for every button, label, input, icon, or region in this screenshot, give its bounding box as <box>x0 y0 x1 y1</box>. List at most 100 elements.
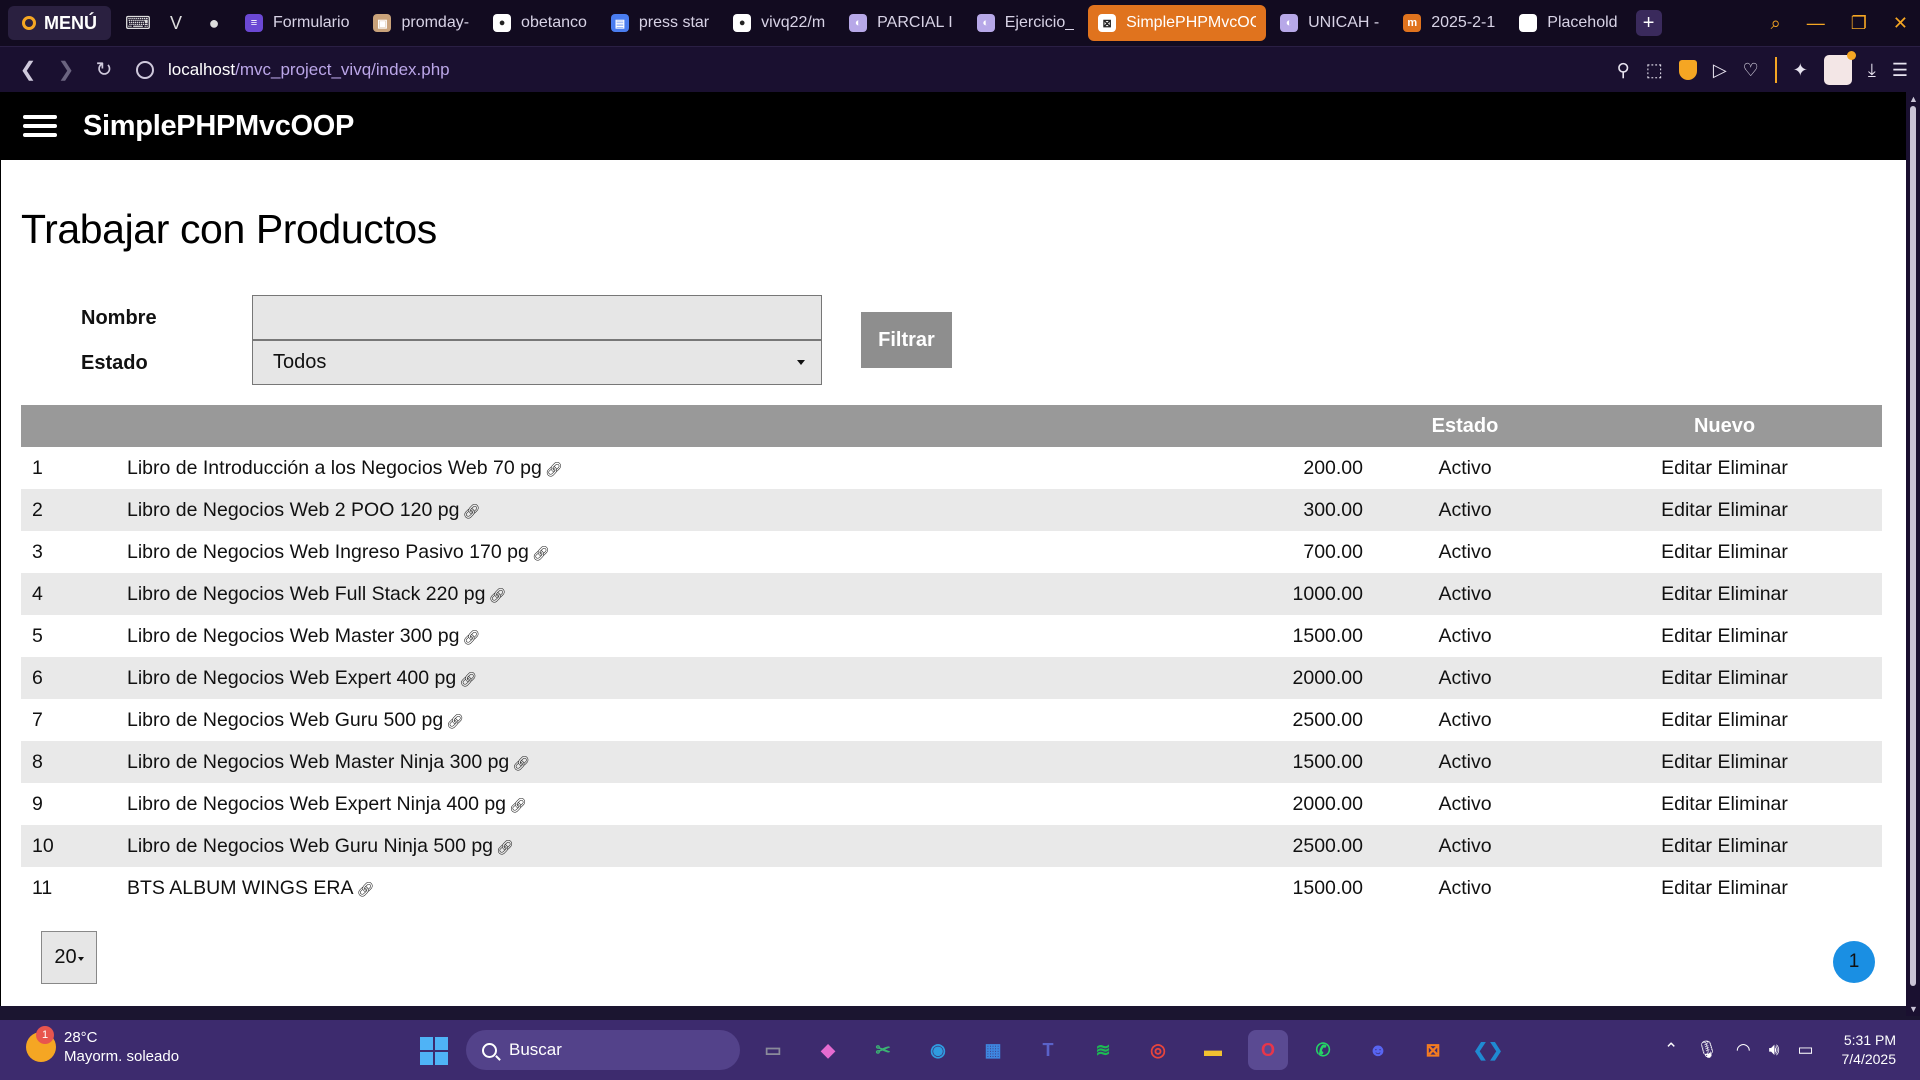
spotify-icon[interactable]: ≋ <box>1083 1030 1123 1070</box>
url-field[interactable]: localhost/mvc_project_vivq/index.php <box>168 60 450 80</box>
browser-tab[interactable]: ◐ PARCIAL I <box>839 5 963 41</box>
delete-link[interactable]: Eliminar <box>1717 877 1787 899</box>
store-icon[interactable]: ▦ <box>973 1030 1013 1070</box>
restore-button[interactable]: ❐ <box>1851 13 1867 34</box>
adblock-shield-icon[interactable] <box>1678 60 1697 80</box>
snapshot-icon[interactable]: ⬚ <box>1646 60 1663 81</box>
edit-link[interactable]: Editar <box>1661 499 1712 521</box>
link-icon[interactable]: 🔗︎ <box>488 587 506 603</box>
browser-tab[interactable]: ● vivq22/m <box>723 5 835 41</box>
pinned-tab-v-icon[interactable]: V <box>161 8 191 38</box>
browser-tab[interactable]: Placehold <box>1509 5 1627 41</box>
edge-icon[interactable]: ◉ <box>918 1030 958 1070</box>
header-id[interactable] <box>21 405 127 447</box>
delete-link[interactable]: Eliminar <box>1717 583 1787 605</box>
link-icon[interactable]: 🔗︎ <box>496 839 514 855</box>
profile-avatar[interactable] <box>1823 51 1856 85</box>
header-price[interactable] <box>1213 405 1363 447</box>
delete-link[interactable]: Eliminar <box>1717 499 1787 521</box>
status-select[interactable]: Todos <box>252 340 822 385</box>
scroll-down-icon[interactable]: ▼ <box>1909 1004 1918 1014</box>
heart-icon[interactable]: ♡ <box>1743 60 1759 81</box>
scroll-up-icon[interactable]: ▲ <box>1909 94 1918 104</box>
wifi-icon[interactable]: ◠ <box>1736 1040 1751 1060</box>
pin-icon[interactable]: ⚲ <box>1617 60 1630 81</box>
xampp-icon[interactable]: ⊠ <box>1413 1030 1453 1070</box>
scrollbar-thumb[interactable] <box>1910 106 1916 986</box>
battery-icon[interactable]: ▭ <box>1797 1040 1813 1060</box>
volume-icon[interactable]: 🔊︎ <box>1769 1040 1780 1060</box>
forward-button[interactable]: ❯ <box>50 57 82 82</box>
browser-tab[interactable]: ≡ Formulario <box>235 5 359 41</box>
delete-link[interactable]: Eliminar <box>1717 751 1787 773</box>
edit-link[interactable]: Editar <box>1661 877 1712 899</box>
browser-tab[interactable]: ▣ promday- <box>363 5 479 41</box>
new-product-link[interactable]: Nuevo <box>1567 405 1882 447</box>
back-button[interactable]: ❮ <box>12 57 44 82</box>
link-icon[interactable]: 🔗︎ <box>512 755 530 771</box>
name-input[interactable] <box>252 295 822 340</box>
link-icon[interactable]: 🔗︎ <box>446 713 464 729</box>
link-icon[interactable]: 🔗︎ <box>462 503 480 519</box>
link-icon[interactable]: 🔗︎ <box>532 545 550 561</box>
file-explorer-window-icon[interactable]: ▭ <box>753 1030 793 1070</box>
header-status[interactable]: Estado <box>1363 405 1567 447</box>
edit-link[interactable]: Editar <box>1661 709 1712 731</box>
new-tab-button[interactable]: + <box>1635 10 1662 36</box>
header-name[interactable] <box>127 405 1213 447</box>
delete-link[interactable]: Eliminar <box>1717 541 1787 563</box>
taskbar-search[interactable]: Buscar <box>466 1030 740 1070</box>
site-info-icon[interactable] <box>136 60 154 79</box>
copilot-icon[interactable]: ◆ <box>808 1030 848 1070</box>
teams-icon[interactable]: T <box>1028 1030 1068 1070</box>
page-button-current[interactable]: 1 <box>1833 941 1875 983</box>
edit-link[interactable]: Editar <box>1661 541 1712 563</box>
edit-link[interactable]: Editar <box>1661 835 1712 857</box>
browser-tab[interactable]: ◐ Ejercicio_ <box>967 5 1084 41</box>
vscode-icon[interactable]: ❮❯ <box>1468 1030 1508 1070</box>
close-window-button[interactable]: ✕ <box>1893 13 1908 34</box>
chrome-icon[interactable]: ◎ <box>1138 1030 1178 1070</box>
filter-button[interactable]: Filtrar <box>861 312 952 368</box>
page-size-select[interactable]: 20 <box>41 931 97 984</box>
search-tabs-icon[interactable]: ⌕ <box>1771 13 1781 34</box>
delete-link[interactable]: Eliminar <box>1717 835 1787 857</box>
downloads-icon[interactable]: ⤓ <box>1868 60 1876 81</box>
edit-link[interactable]: Editar <box>1661 667 1712 689</box>
snipping-tool-icon[interactable]: ✂ <box>863 1030 903 1070</box>
edit-link[interactable]: Editar <box>1661 457 1712 479</box>
delete-link[interactable]: Eliminar <box>1717 793 1787 815</box>
link-icon[interactable]: 🔗︎ <box>545 461 563 477</box>
hamburger-menu-icon[interactable] <box>23 115 57 137</box>
gamepad-icon[interactable]: ⌨ <box>123 8 153 38</box>
chevron-up-icon[interactable]: ⌃ <box>1664 1040 1678 1060</box>
browser-tab[interactable]: ⊠ SimplePHPMvcOO <box>1088 5 1267 41</box>
delete-link[interactable]: Eliminar <box>1717 625 1787 647</box>
browser-tab[interactable]: ◐ UNICAH - <box>1270 5 1389 41</box>
clock[interactable]: 5:31 PM 7/4/2025 <box>1842 1031 1897 1069</box>
browser-tab[interactable]: m 2025-2-1 <box>1393 5 1505 41</box>
delete-link[interactable]: Eliminar <box>1717 667 1787 689</box>
edit-link[interactable]: Editar <box>1661 583 1712 605</box>
opera-menu-button[interactable]: MENÚ <box>8 6 111 40</box>
link-icon[interactable]: 🔗︎ <box>509 797 527 813</box>
extensions-icon[interactable]: ✦ <box>1793 60 1808 81</box>
github-icon[interactable]: ● <box>199 8 229 38</box>
delete-link[interactable]: Eliminar <box>1717 457 1787 479</box>
delete-link[interactable]: Eliminar <box>1717 709 1787 731</box>
minimize-button[interactable]: — <box>1807 13 1825 34</box>
whatsapp-icon[interactable]: ✆ <box>1303 1030 1343 1070</box>
weather-widget[interactable]: 1 28°C Mayorm. soleado <box>26 1026 179 1066</box>
link-icon[interactable]: 🔗︎ <box>462 629 480 645</box>
easy-setup-icon[interactable]: ☰ <box>1892 60 1908 81</box>
edit-link[interactable]: Editar <box>1661 793 1712 815</box>
folder-icon[interactable]: ▬ <box>1193 1030 1233 1070</box>
app-brand[interactable]: SimplePHPMvcOOP <box>83 110 354 143</box>
windows-start-icon[interactable] <box>420 1037 448 1065</box>
edit-link[interactable]: Editar <box>1661 625 1712 647</box>
send-icon[interactable]: ▷ <box>1713 60 1727 81</box>
reload-button[interactable]: ↻ <box>88 57 120 82</box>
link-icon[interactable]: 🔗︎ <box>356 881 374 897</box>
edit-link[interactable]: Editar <box>1661 751 1712 773</box>
microphone-icon[interactable]: 🎙︎ <box>1696 1040 1718 1060</box>
